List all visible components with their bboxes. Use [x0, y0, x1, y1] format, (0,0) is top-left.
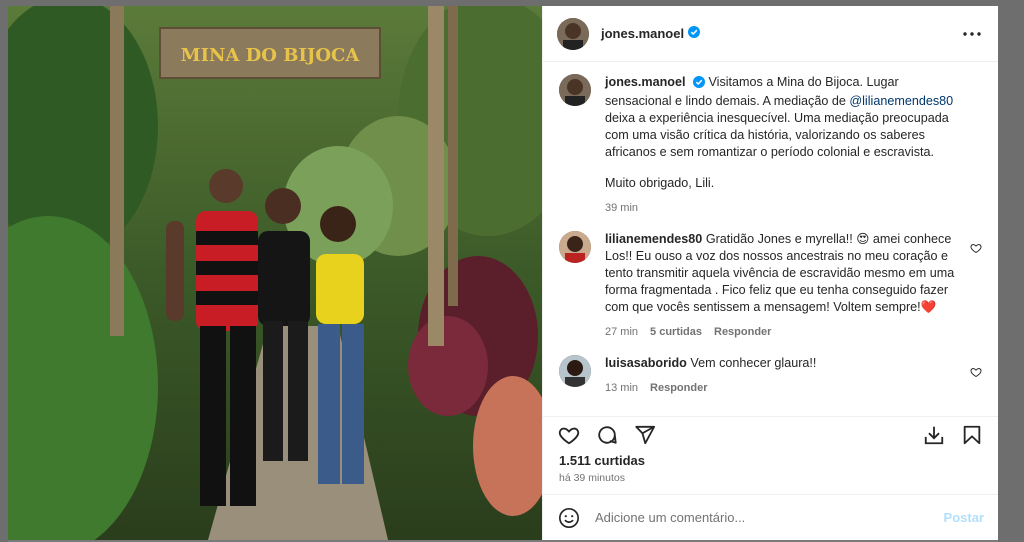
caption-username[interactable]: jones.manoel: [605, 75, 685, 89]
comment-username[interactable]: luisasaborido: [605, 356, 687, 370]
caption: jones.manoel Visitamos a Mina do Bijoca.…: [559, 74, 982, 217]
comment-likes[interactable]: 5 curtidas: [650, 324, 702, 341]
post-header: jones.manoel: [543, 6, 998, 62]
post-modal: MINA DO BIJOCA jones.manoel jones.manoel…: [8, 6, 998, 540]
bookmark-icon[interactable]: [960, 423, 984, 447]
reply-button[interactable]: Responder: [650, 380, 707, 397]
download-icon[interactable]: [922, 423, 946, 447]
avatar[interactable]: [559, 74, 591, 106]
comments-list[interactable]: jones.manoel Visitamos a Mina do Bijoca.…: [543, 62, 998, 416]
comment-username[interactable]: lilianemendes80: [605, 232, 702, 246]
send-icon[interactable]: [633, 423, 657, 447]
post-time[interactable]: há 39 minutos: [543, 470, 998, 486]
comment-icon[interactable]: [595, 423, 619, 447]
header-username[interactable]: jones.manoel: [601, 26, 684, 41]
more-options-icon[interactable]: [960, 22, 984, 46]
list-item: luisasaborido Vem conhecer glaura!! 13 m…: [559, 355, 982, 397]
like-count[interactable]: 1.511 curtidas: [543, 452, 998, 470]
reply-button[interactable]: Responder: [714, 324, 771, 341]
post-photo[interactable]: MINA DO BIJOCA: [8, 6, 542, 540]
add-comment-bar: Adicione um comentário... Postar: [543, 494, 998, 540]
heart-icon[interactable]: [970, 241, 982, 259]
caption-thanks: Muito obrigado, Lili.: [605, 176, 715, 190]
caption-body: jones.manoel Visitamos a Mina do Bijoca.…: [605, 74, 982, 217]
comment-text: Vem conhecer glaura!!: [690, 356, 817, 370]
backdrop-left: [0, 0, 8, 542]
post-side-panel: jones.manoel jones.manoel Visitamos a Mi…: [542, 6, 998, 540]
comment-time[interactable]: 27 min: [605, 324, 638, 341]
list-item: lilianemendes80 Gratidão Jones e myrella…: [559, 231, 982, 341]
avatar[interactable]: [559, 355, 591, 387]
post-actions: [543, 416, 998, 452]
photo-illustration: MINA DO BIJOCA: [8, 6, 542, 540]
heart-icon[interactable]: [557, 423, 581, 447]
avatar[interactable]: [559, 231, 591, 263]
emoji-icon[interactable]: [557, 506, 581, 530]
verified-badge-icon: [688, 25, 701, 43]
comment-body: lilianemendes80 Gratidão Jones e myrella…: [605, 231, 982, 341]
caption-time[interactable]: 39 min: [605, 200, 638, 217]
comment-time[interactable]: 13 min: [605, 380, 638, 397]
comment-body: luisasaborido Vem conhecer glaura!! 13 m…: [605, 355, 982, 397]
backdrop-right[interactable]: [998, 0, 1024, 542]
sign-text: MINA DO BIJOCA: [181, 45, 361, 66]
verified-badge-icon: [692, 76, 705, 93]
post-button[interactable]: Postar: [944, 510, 984, 525]
heart-icon[interactable]: [970, 365, 982, 383]
caption-text-2: deixa a experiência inesquecível. Uma me…: [605, 111, 949, 159]
comment-input[interactable]: Adicione um comentário...: [595, 510, 944, 525]
caption-mention[interactable]: @lilianemendes80: [849, 94, 953, 108]
avatar[interactable]: [557, 17, 589, 50]
